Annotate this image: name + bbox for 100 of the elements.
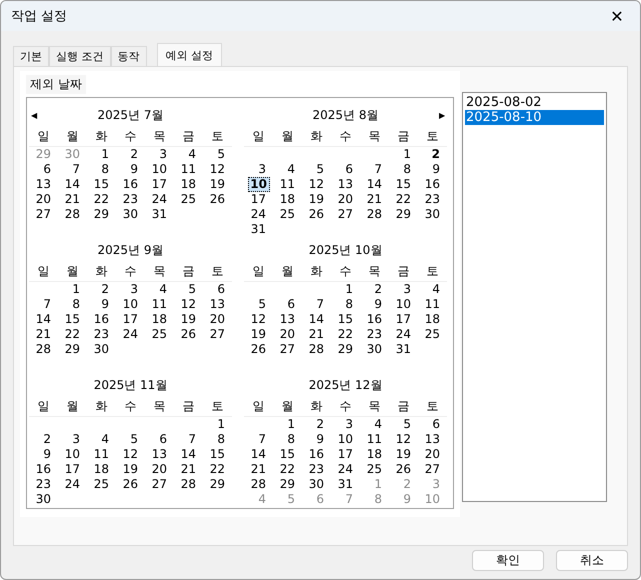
calendar-day[interactable]: 2 (116, 147, 145, 162)
calendar-day[interactable]: 25 (273, 207, 302, 222)
calendar-day[interactable]: 19 (244, 327, 273, 342)
calendar-day[interactable]: 28 (174, 477, 203, 492)
calendar-day[interactable]: 15 (273, 447, 302, 462)
calendar-day[interactable]: 13 (331, 177, 360, 192)
calendar-day[interactable]: 14 (244, 447, 273, 462)
calendar-day[interactable]: 16 (302, 447, 331, 462)
calendar-day[interactable]: 24 (58, 477, 87, 492)
calendar-day[interactable]: 8 (203, 432, 232, 447)
calendar-day[interactable]: 23 (360, 327, 389, 342)
calendar-day[interactable]: 31 (145, 207, 174, 222)
calendar-day[interactable]: 27 (29, 207, 58, 222)
calendar-day[interactable]: 6 (273, 297, 302, 312)
calendar-day[interactable]: 19 (302, 192, 331, 207)
calendar-day[interactable]: 1 (273, 417, 302, 432)
calendar-day[interactable]: 10 (145, 162, 174, 177)
calendar-day[interactable]: 4 (174, 147, 203, 162)
calendar-day[interactable]: 18 (174, 177, 203, 192)
calendar-day[interactable]: 11 (418, 297, 447, 312)
calendar-day[interactable]: 1 (58, 282, 87, 297)
calendar-day[interactable]: 22 (203, 462, 232, 477)
calendar-day[interactable]: 13 (145, 447, 174, 462)
calendar-day[interactable]: 12 (203, 162, 232, 177)
calendar-day[interactable]: 3 (116, 282, 145, 297)
calendar-day[interactable]: 9 (87, 297, 116, 312)
tab[interactable]: 예외 설정 (156, 43, 222, 66)
calendar-day[interactable]: 26 (244, 342, 273, 357)
calendar-day[interactable]: 21 (360, 192, 389, 207)
calendar-day[interactable]: 4 (273, 162, 302, 177)
calendar-day[interactable]: 6 (145, 432, 174, 447)
calendar-day[interactable]: 10 (248, 177, 270, 192)
next-month-button[interactable]: ▶ (437, 110, 447, 120)
calendar-day[interactable]: 9 (418, 162, 447, 177)
calendar-day[interactable]: 27 (418, 462, 447, 477)
calendar-day[interactable]: 27 (273, 342, 302, 357)
list-item[interactable]: 2025-08-10 (465, 110, 604, 125)
calendar-day[interactable]: 3 (389, 282, 418, 297)
calendar-day[interactable]: 3 (331, 417, 360, 432)
calendar-day[interactable]: 16 (116, 177, 145, 192)
calendar-day[interactable]: 14 (58, 177, 87, 192)
calendar-day[interactable]: 5 (116, 432, 145, 447)
calendar-day[interactable]: 7 (174, 432, 203, 447)
calendar-day[interactable]: 11 (273, 177, 302, 192)
calendar-day[interactable]: 22 (87, 192, 116, 207)
calendar-day[interactable]: 5 (302, 162, 331, 177)
calendar-day[interactable]: 20 (331, 192, 360, 207)
calendar-day[interactable]: 7 (29, 297, 58, 312)
calendar-day[interactable]: 5 (389, 417, 418, 432)
calendar-day[interactable]: 8 (273, 432, 302, 447)
tab[interactable]: 동작 (110, 46, 146, 66)
calendar-day[interactable]: 9 (360, 297, 389, 312)
calendar-day[interactable]: 29 (58, 342, 87, 357)
calendar-day[interactable]: 20 (29, 192, 58, 207)
calendar-day[interactable]: 31 (331, 477, 360, 492)
calendar-day[interactable]: 10 (389, 297, 418, 312)
calendar-day[interactable]: 24 (244, 207, 273, 222)
calendar-day[interactable]: 21 (29, 327, 58, 342)
calendar-day[interactable]: 11 (174, 162, 203, 177)
calendar-day[interactable]: 4 (145, 282, 174, 297)
calendar-day[interactable]: 15 (87, 177, 116, 192)
calendar-day[interactable]: 26 (302, 207, 331, 222)
calendar-day[interactable]: 17 (331, 447, 360, 462)
calendar-day[interactable]: 13 (203, 297, 232, 312)
calendar-day[interactable]: 20 (273, 327, 302, 342)
calendar-day[interactable]: 26 (116, 477, 145, 492)
calendar-day[interactable]: 27 (203, 327, 232, 342)
calendar-day[interactable]: 5 (203, 147, 232, 162)
calendar-day[interactable]: 16 (360, 312, 389, 327)
calendar-day[interactable]: 2 (302, 417, 331, 432)
calendar-day[interactable]: 6 (29, 162, 58, 177)
calendar-day[interactable]: 26 (203, 192, 232, 207)
calendar-day[interactable]: 25 (174, 192, 203, 207)
calendar-day[interactable]: 8 (331, 297, 360, 312)
calendar-day[interactable]: 9 (302, 432, 331, 447)
calendar-day[interactable]: 9 (29, 447, 58, 462)
calendar-day[interactable]: 21 (58, 192, 87, 207)
calendar-day[interactable]: 25 (360, 462, 389, 477)
calendar-day[interactable]: 6 (203, 282, 232, 297)
cancel-button[interactable]: 취소 (556, 550, 628, 571)
calendar-day[interactable]: 14 (29, 312, 58, 327)
calendar-day[interactable]: 11 (145, 297, 174, 312)
calendar-day[interactable]: 16 (418, 177, 447, 192)
calendar-day[interactable]: 7 (302, 297, 331, 312)
calendar-day[interactable]: 24 (331, 462, 360, 477)
calendar-day[interactable]: 10 (58, 447, 87, 462)
calendar-day[interactable]: 12 (116, 447, 145, 462)
calendar-day[interactable]: 22 (389, 192, 418, 207)
calendar-day[interactable]: 22 (331, 327, 360, 342)
calendar-day[interactable]: 24 (116, 327, 145, 342)
calendar-day[interactable]: 4 (360, 417, 389, 432)
calendar-day[interactable]: 17 (244, 192, 273, 207)
calendar-day[interactable]: 12 (174, 297, 203, 312)
calendar-day[interactable]: 10 (116, 297, 145, 312)
calendar-day[interactable]: 19 (203, 177, 232, 192)
calendar-day[interactable]: 30 (29, 492, 58, 507)
calendar-day[interactable]: 23 (87, 327, 116, 342)
calendar-day[interactable]: 18 (418, 312, 447, 327)
calendar-day[interactable]: 2 (418, 147, 447, 162)
calendar-day[interactable]: 3 (145, 147, 174, 162)
